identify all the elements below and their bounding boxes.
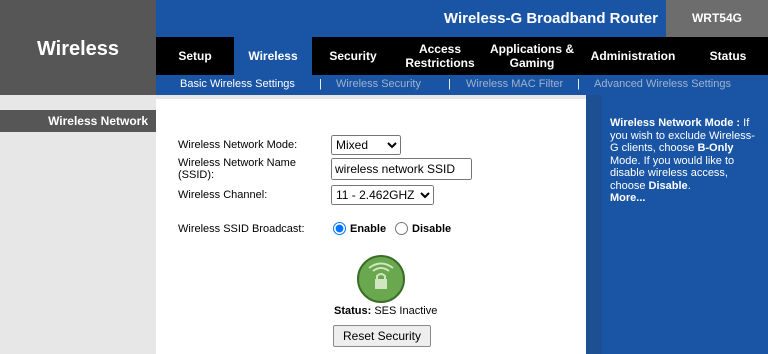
broadcast-enable-option[interactable]: Enable	[333, 222, 386, 235]
subtab-wireless-mac-filter[interactable]: Wireless MAC Filter	[466, 78, 563, 90]
product-name: Wireless-G Broadband Router	[443, 10, 658, 27]
ses-status-value: SES Inactive	[374, 305, 438, 317]
model-badge: WRT54G	[666, 0, 768, 37]
ssid-label: Wireless Network Name (SSID):	[178, 157, 296, 181]
subtab-wireless-security[interactable]: Wireless Security	[336, 78, 421, 90]
broadcast-label: Wireless SSID Broadcast:	[178, 223, 305, 235]
page-section-title: Wireless	[36, 38, 120, 60]
ses-status: Status: SES Inactive	[334, 305, 437, 317]
tab-setup[interactable]: Setup	[156, 37, 234, 75]
help-bonly: B-Only	[697, 142, 734, 154]
ses-status-label: Status:	[334, 305, 372, 317]
help-title: Wireless Network Mode :	[610, 117, 741, 129]
left-header-panel: Wireless	[0, 0, 156, 95]
reset-security-button[interactable]: Reset Security	[333, 325, 431, 347]
mode-select[interactable]: Mixed	[331, 135, 401, 155]
help-text: Wireless Network Mode : If you wish to e…	[610, 117, 755, 204]
sidebar-section-label: Wireless Network	[0, 110, 156, 132]
ses-lock-icon	[368, 262, 394, 289]
broadcast-disable-radio[interactable]	[395, 222, 408, 235]
help-panel-edge	[586, 95, 602, 354]
help-disable: Disable	[648, 179, 688, 192]
subtab-separator: |	[577, 78, 580, 90]
subtab-advanced-wireless-settings[interactable]: Advanced Wireless Settings	[594, 78, 731, 90]
left-sidebar	[0, 95, 156, 354]
broadcast-enable-radio[interactable]	[333, 222, 346, 235]
mode-label: Wireless Network Mode:	[178, 139, 298, 151]
ssid-input[interactable]	[331, 158, 472, 180]
subtab-separator: |	[319, 78, 322, 90]
tab-security[interactable]: Security	[312, 37, 394, 75]
tab-wireless[interactable]: Wireless	[234, 37, 312, 75]
top-banner: Wireless-G Broadband Router WRT54G	[156, 0, 768, 37]
tab-applications-gaming[interactable]: Applications & Gaming	[486, 37, 578, 75]
ses-button[interactable]	[357, 255, 405, 303]
help-more-link[interactable]: More...	[610, 192, 645, 204]
broadcast-enable-label: Enable	[350, 222, 387, 235]
channel-label: Wireless Channel:	[178, 189, 268, 201]
tab-status[interactable]: Status	[688, 37, 768, 75]
channel-select[interactable]: 11 - 2.462GHZ	[331, 185, 434, 205]
help-panel: Wireless Network Mode : If you wish to e…	[586, 95, 768, 354]
tab-access-restrictions[interactable]: Access Restrictions	[394, 37, 486, 75]
main-tabs: Setup Wireless Security Access Restricti…	[156, 37, 768, 75]
subtab-basic-wireless-settings[interactable]: Basic Wireless Settings	[180, 78, 295, 90]
sub-tabs: Basic Wireless Settings | Wireless Secur…	[156, 75, 768, 95]
tab-administration[interactable]: Administration	[578, 37, 688, 75]
broadcast-disable-option[interactable]: Disable	[395, 222, 451, 235]
broadcast-disable-label: Disable	[412, 222, 452, 235]
subtab-separator: |	[448, 78, 451, 90]
